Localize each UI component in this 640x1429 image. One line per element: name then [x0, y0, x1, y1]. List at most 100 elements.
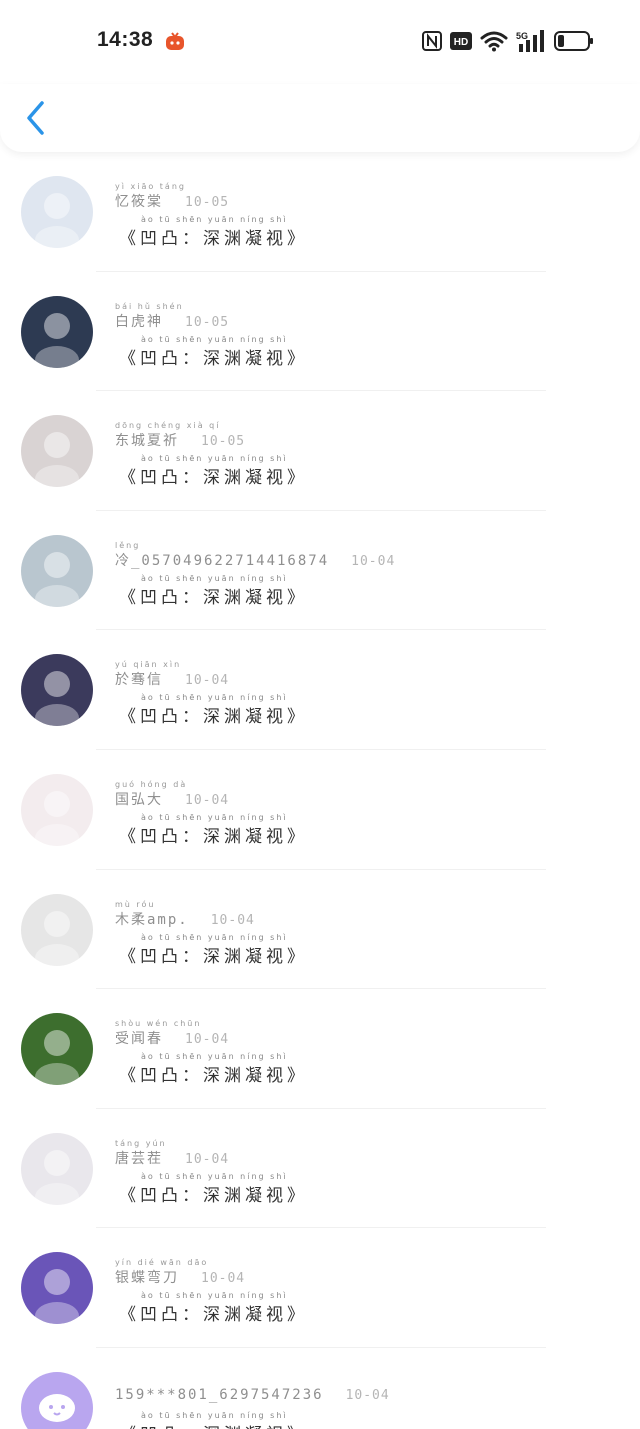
message-pinyin: ào tū shēn yuān níng shì [141, 812, 288, 822]
avatar[interactable] [21, 176, 93, 248]
avatar[interactable] [21, 654, 93, 727]
message-text: 《凹凸：深渊凝视》 [119, 468, 308, 489]
message-pinyin: ào tū shēn yuān níng shì [141, 215, 288, 224]
battery-icon [554, 31, 593, 51]
cellular-signal-icon: 5G [516, 30, 544, 52]
avatar-image [21, 654, 93, 727]
message-date: 10-04 [185, 673, 230, 689]
message-meta: yú qiān xìn 於骞信 10-04 [115, 660, 229, 689]
sender-name: 冷_057049622714416874 [115, 552, 330, 569]
message-pinyin: ào tū shēn yuān níng shì [141, 334, 288, 344]
message-meta: mù róu 木柔amp. 10-04 [115, 900, 255, 929]
message-date: 10-04 [201, 1271, 246, 1287]
sender-name-pinyin: lěng [115, 540, 141, 550]
avatar-image [21, 773, 93, 846]
message-pinyin: ào tū shēn yuān níng shì [141, 1291, 288, 1301]
message-text: 《凹凸：深渊凝视》 [119, 1066, 308, 1087]
sender-name-pinyin: yú qiān xìn [115, 660, 182, 670]
message-row[interactable]: táng yún 唐芸茬 10-04 ào tū shēn yuān níng shì… [0, 1109, 640, 1229]
message-row[interactable]: yín dié wān dāo 银蝶弯刀 10-04 ào tū shēn yuān … [0, 1228, 640, 1348]
message-meta: dōng chéng xià qí 东城夏祈 10-05 [115, 421, 245, 450]
message-date: 10-04 [185, 1032, 230, 1048]
sender-name: 唐芸茬 [115, 1150, 163, 1167]
avatar[interactable] [21, 1132, 93, 1205]
sender-name: 国弘大 [115, 791, 163, 808]
sender-name: 於骞信 [115, 672, 163, 689]
message-preview: ào tū shēn yuān níng shì 《凹凸：深渊凝视》 [119, 693, 308, 727]
message-pinyin: ào tū shēn yuān níng shì [141, 932, 288, 942]
header [0, 84, 640, 152]
avatar[interactable] [21, 534, 93, 607]
message-text: 《凹凸：深渊凝视》 [119, 946, 308, 967]
message-text: 《凹凸：深渊凝视》 [119, 1420, 308, 1429]
message-meta: lěng 冷_057049622714416874 10-04 [115, 541, 395, 570]
avatar-image [21, 1132, 93, 1205]
avatar-image [21, 415, 93, 488]
message-list: yì xiāo táng 忆筱棠 10-05 ào tū shēn yuān níng… [0, 152, 640, 1429]
message-preview: ào tū shēn yuān níng shì《凹凸：深渊凝视》 [119, 1411, 308, 1429]
avatar[interactable] [21, 773, 93, 846]
message-preview: ào tū shēn yuān níng shì 《凹凸：深渊凝视》 [119, 933, 308, 967]
message-preview: ào tū shēn yuān níng shì《凹凸：深渊凝视》 [119, 813, 308, 847]
avatar[interactable] [21, 1013, 93, 1086]
avatar[interactable] [21, 415, 93, 488]
hd-icon: HD [450, 32, 472, 50]
message-preview: ào tū shēn yuān níng shì 《凹凸：深渊凝视》 [119, 454, 308, 488]
message-pinyin: ào tū shēn yuān níng shì [141, 1171, 288, 1181]
message-row[interactable]: lěng 冷_057049622714416874 10-04 ào tū shēn … [0, 511, 640, 631]
message-preview: ào tū shēn yuān níng shì 《凹凸：深渊凝视》 [119, 1052, 308, 1086]
avatar[interactable] [21, 1371, 93, 1429]
sender-name: 159***801_6297547236 [115, 1386, 324, 1403]
wifi-icon [480, 31, 508, 52]
sender-name: 白虎神 [115, 313, 163, 330]
message-row[interactable]: yì xiāo táng 忆筱棠 10-05 ào tū shēn yuān níng… [0, 152, 640, 272]
message-date: 10-04 [351, 553, 396, 569]
svg-text:5G: 5G [516, 31, 528, 41]
sender-name-pinyin: bái hǔ shén [115, 301, 184, 311]
message-meta: yì xiāo táng 忆筱棠 10-05 [115, 182, 229, 211]
avatar-image [21, 1371, 93, 1429]
message-date: 10-04 [185, 792, 230, 808]
message-row[interactable]: bái hǔ shén 白虎神 10-05 ào tū shēn yuān níng … [0, 272, 640, 392]
sender-name-pinyin: mù róu [115, 899, 156, 909]
status-time: 14:38 [97, 28, 154, 51]
message-meta: yín dié wān dāo 银蝶弯刀 10-04 [115, 1258, 245, 1287]
message-meta: shòu wén chūn 受闻春 10-04 [115, 1019, 229, 1048]
sender-name-pinyin: dōng chéng xià qí [115, 421, 221, 431]
sender-name-pinyin: yín dié wān dāo [115, 1258, 209, 1268]
avatar-image [21, 1013, 93, 1086]
message-text: 《凹凸：深渊凝视》 [119, 587, 308, 608]
avatar[interactable] [21, 1252, 93, 1325]
chevron-left-icon [27, 101, 44, 135]
message-row[interactable]: dōng chéng xià qí 东城夏祈 10-05 ào tū shēn yuā… [0, 391, 640, 511]
avatar[interactable] [21, 893, 93, 966]
message-pinyin: ào tū shēn yuān níng shì [141, 693, 288, 703]
avatar[interactable] [21, 295, 93, 368]
avatar-image [21, 1252, 93, 1325]
message-date: 10-05 [185, 314, 230, 330]
svg-text:HD: HD [454, 37, 468, 48]
back-button[interactable] [22, 98, 52, 138]
message-pinyin: ào tū shēn yuān níng shì [141, 573, 288, 583]
message-text: 《凹凸：深渊凝视》 [119, 707, 308, 728]
avatar-image [21, 534, 93, 607]
message-row[interactable]: guó hóng dà 国弘大 10-04 ào tū shēn yuān níng … [0, 750, 640, 870]
sender-name: 银蝶弯刀 [115, 1270, 179, 1287]
message-text: 《凹凸：深渊凝视》 [119, 1305, 308, 1326]
message-pinyin: ào tū shēn yuān níng shì [141, 1052, 288, 1062]
message-date: 10-04 [345, 1387, 390, 1403]
message-preview: ào tū shēn yuān níng shì 《凹凸：深渊凝视》 [119, 215, 308, 249]
sender-name: 东城夏祈 [115, 433, 179, 450]
message-row[interactable]: mù róu 木柔amp. 10-04 ào tū shēn yuān níng sh… [0, 870, 640, 990]
status-bar: 14:38 HD 5G [0, 0, 640, 84]
avatar-image [21, 295, 93, 368]
message-pinyin: ào tū shēn yuān níng shì [141, 454, 288, 464]
message-row[interactable]: 159***801_6297547236 10-04 ào tū shēn yuān… [0, 1348, 640, 1429]
message-meta: bái hǔ shén 白虎神 10-05 [115, 302, 229, 331]
message-text: 《凹凸：深渊凝视》 [119, 229, 308, 249]
message-row[interactable]: yú qiān xìn 於骞信 10-04 ào tū shēn yuān níng … [0, 630, 640, 750]
sender-name-pinyin: yì xiāo táng [115, 182, 186, 191]
message-meta: táng yún 唐芸茬 10-04 [115, 1139, 229, 1168]
message-row[interactable]: shòu wén chūn 受闻春 10-04 ào tū shēn yuān nín… [0, 989, 640, 1109]
message-meta: 159***801_6297547236 10-04 [115, 1378, 390, 1403]
